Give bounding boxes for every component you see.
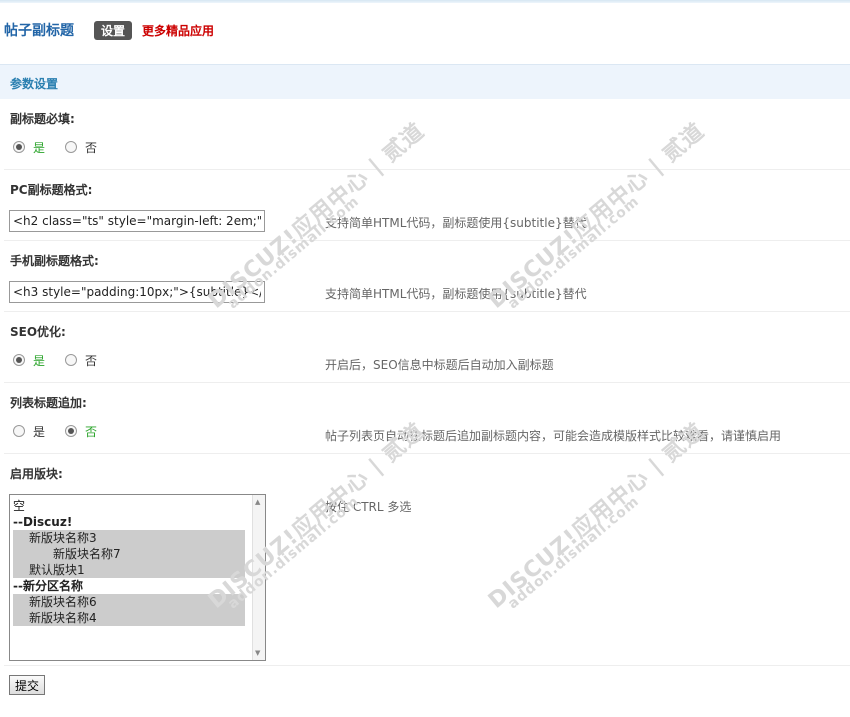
subtitle-required-no-label[interactable]: 否 (85, 139, 97, 156)
watermark: addon.dismall.com (505, 493, 643, 613)
seo-yes-label[interactable]: 是 (33, 352, 45, 369)
subtitle-required-yes-radio[interactable] (13, 141, 25, 153)
pc-format-label: PC副标题格式: (10, 183, 93, 197)
list-title-append-yes-label[interactable]: 是 (33, 423, 45, 440)
top-border (0, 0, 850, 3)
divider (4, 453, 850, 454)
seo-label: SEO优化: (10, 325, 66, 339)
mobile-format-input[interactable] (9, 281, 265, 303)
forum-option[interactable]: 新版块名称4 (13, 610, 245, 626)
forum-group-new-zone: --新分区名称 (13, 579, 83, 593)
pc-format-input[interactable] (9, 210, 265, 232)
subtitle-required-label: 副标题必填: (10, 112, 75, 126)
scroll-down-arrow-icon[interactable]: ▼ (255, 649, 260, 657)
listbox-scrollbar[interactable]: ▲ ▼ (252, 495, 265, 660)
forum-group-discuz: --Discuz! (13, 515, 73, 529)
enable-forums-hint: 按住 CTRL 多选 (325, 500, 412, 514)
forum-option-empty[interactable]: 空 (13, 498, 245, 514)
mobile-format-hint: 支持简单HTML代码，副标题使用{subtitle}替代 (325, 287, 587, 301)
scroll-up-arrow-icon[interactable]: ▲ (255, 498, 260, 506)
list-title-append-hint: 帖子列表页自动在标题后追加副标题内容，可能会造成模版样式比较难看，请谨慎启用 (325, 429, 782, 443)
app-header: 帖子副标题 设置 更多精品应用 (4, 19, 214, 41)
forum-option[interactable]: 新版块名称7 (13, 546, 245, 562)
forum-option[interactable]: 新版块名称3 (13, 530, 245, 546)
divider (4, 311, 850, 312)
divider (4, 382, 850, 383)
section-title: 参数设置 (10, 77, 59, 91)
enable-forums-label: 启用版块: (10, 467, 63, 481)
subtitle-required-yes-label[interactable]: 是 (33, 139, 45, 156)
divider (4, 240, 850, 241)
mobile-format-label: 手机副标题格式: (10, 254, 99, 268)
seo-no-radio[interactable] (65, 354, 78, 366)
submit-button[interactable]: 提交 (9, 675, 45, 695)
list-title-append-no-label[interactable]: 否 (85, 423, 97, 440)
seo-yes-radio[interactable] (13, 354, 25, 366)
list-title-append-yes-radio[interactable] (13, 425, 25, 437)
subtitle-required-no-radio[interactable] (65, 141, 78, 153)
section-header: 参数设置 (0, 64, 850, 99)
subtitle-required-radios: 是 否 (13, 139, 117, 155)
divider (4, 665, 850, 666)
list-title-append-no-radio[interactable] (65, 425, 78, 437)
settings-button[interactable]: 设置 (94, 20, 133, 40)
divider (4, 169, 850, 170)
app-title[interactable]: 帖子副标题 (4, 20, 74, 40)
pc-format-hint: 支持简单HTML代码，副标题使用{subtitle}替代 (325, 216, 587, 230)
seo-radios: 是 否 (13, 352, 117, 368)
more-apps-link[interactable]: 更多精品应用 (142, 22, 214, 39)
forum-option[interactable]: 默认版块1 (13, 562, 245, 578)
list-title-append-label: 列表标题追加: (10, 396, 87, 410)
seo-hint: 开启后，SEO信息中标题后自动加入副标题 (325, 358, 554, 372)
list-title-append-radios: 是 否 (13, 423, 117, 439)
watermark: DISCUZ!应用中心 | 贰道 (483, 418, 710, 614)
forum-multiselect[interactable]: 空 --Discuz! 新版块名称3 新版块名称7 默认版块1 --新分区名称 … (9, 494, 266, 661)
seo-no-label[interactable]: 否 (85, 352, 97, 369)
forum-option[interactable]: 新版块名称6 (13, 594, 245, 610)
